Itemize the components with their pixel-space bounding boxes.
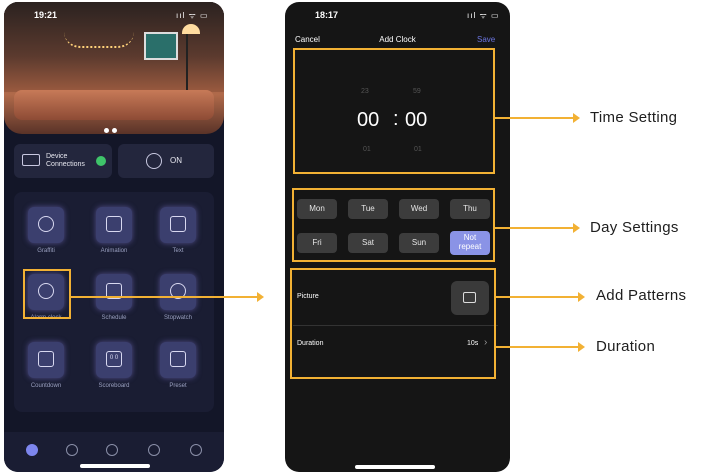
room-preview-image [4,2,224,134]
carousel-dots[interactable] [104,120,128,133]
alarm-clock-highlight [23,269,71,319]
text-tile[interactable] [160,207,196,243]
day-settings-highlight [292,188,495,262]
time-setting-annotation: Time Setting [590,109,678,126]
power-icon [146,153,162,169]
scoreboard-label: Scoreboard [98,383,130,389]
day-settings-line [495,227,573,229]
preset-tile[interactable] [160,342,196,378]
scoreboard-icon: 0 0 [106,351,122,367]
device-icon [22,154,40,166]
schedule-tile[interactable] [96,274,132,310]
status-icons: ııl ᯤ ▭ [176,11,209,20]
animation-label: Animation [100,248,128,254]
text-label: Text [172,248,184,254]
picture-duration-highlight [290,268,496,379]
connector-arrow [257,292,264,302]
device-connections-card[interactable]: Device Connections [14,144,112,178]
duration-arrow [578,342,585,352]
sofa [14,90,214,120]
graffiti-tile[interactable] [28,207,64,243]
string-lights [64,32,134,48]
duration-line [496,346,578,348]
home-indicator [355,465,435,469]
preset-icon [170,351,186,367]
left-phone-screen: 19:21 ııl ᯤ ▭ Device Connections ON Graf… [4,2,224,472]
home-indicator [80,464,150,468]
animation-tile[interactable] [96,207,132,243]
palette-icon[interactable] [66,444,78,456]
animation-icon [106,216,122,232]
preset-label: Preset [169,383,187,389]
status-time: 18:17 [315,10,339,20]
power-label: ON [170,156,182,165]
countdown-tile[interactable] [28,342,64,378]
status-time: 19:21 [34,10,58,20]
save-button[interactable]: Save [477,35,495,44]
power-toggle-card[interactable]: ON [118,144,214,178]
led-display-frame [144,32,178,60]
cloud-icon[interactable] [106,444,118,456]
settings-icon[interactable] [190,444,202,456]
device-connections-line2: Connections [46,161,85,168]
connected-check-icon [96,156,106,166]
day-settings-arrow [573,223,580,233]
add-patterns-annotation: Add Patterns [596,287,687,304]
graffiti-label: Graffiti [37,248,55,254]
countdown-label: Countdown [30,383,62,389]
stopwatch-label: Stopwatch [163,315,193,321]
connector-line [71,296,257,298]
floor-lamp [182,24,212,90]
stopwatch-tile[interactable] [160,274,196,310]
time-setting-arrow [573,113,580,123]
time-setting-highlight [293,48,495,174]
time-setting-line [495,117,573,119]
schedule-label: Schedule [101,315,127,321]
compass-icon[interactable] [26,444,38,456]
duration-annotation: Duration [596,338,656,355]
device-connections-line1: Device [46,153,68,160]
day-settings-annotation: Day Settings [590,219,679,236]
scoreboard-tile[interactable]: 0 0 [96,342,132,378]
hourglass-icon [38,351,54,367]
music-icon[interactable] [148,444,160,456]
add-patterns-line [496,296,578,298]
status-icons: ııl ᯤ ▭ [467,11,500,20]
text-icon [170,216,186,232]
add-patterns-arrow [578,292,585,302]
brush-icon [38,216,54,232]
